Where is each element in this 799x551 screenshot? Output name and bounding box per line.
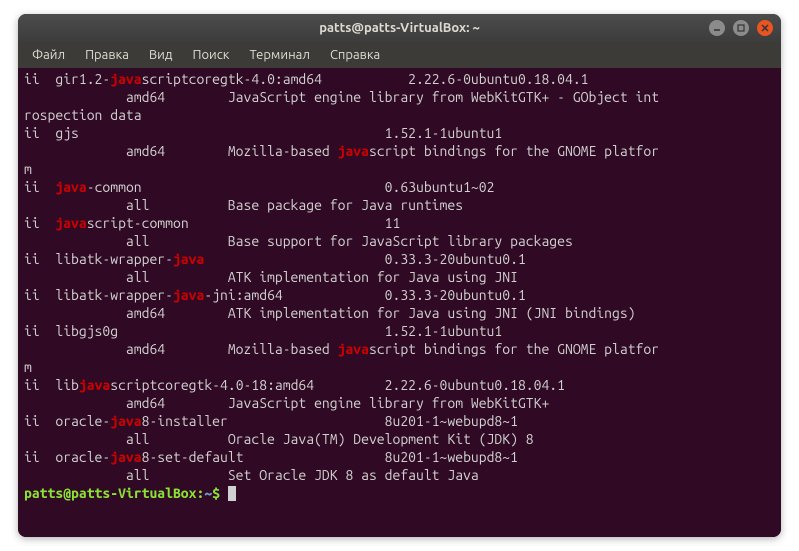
titlebar: patts@patts-VirtualBox: ~ — [18, 14, 781, 42]
menu-help[interactable]: Справка — [322, 45, 388, 65]
menu-file[interactable]: Файл — [24, 45, 73, 65]
window-controls — [709, 20, 773, 36]
menu-terminal[interactable]: Терминал — [241, 45, 317, 65]
maximize-button[interactable] — [733, 20, 749, 36]
menu-search[interactable]: Поиск — [184, 45, 237, 65]
menubar: Файл Правка Вид Поиск Терминал Справка — [18, 42, 781, 68]
window-title: patts@patts-VirtualBox: ~ — [319, 21, 480, 35]
minimize-button[interactable] — [709, 20, 725, 36]
close-button[interactable] — [757, 20, 773, 36]
menu-edit[interactable]: Правка — [77, 45, 137, 65]
cursor — [228, 486, 236, 501]
terminal-output[interactable]: ii gir1.2-javascriptcoregtk-4.0:amd64 2.… — [18, 68, 781, 537]
terminal-window: patts@patts-VirtualBox: ~ Файл Правка Ви… — [18, 14, 781, 537]
menu-view[interactable]: Вид — [141, 45, 181, 65]
